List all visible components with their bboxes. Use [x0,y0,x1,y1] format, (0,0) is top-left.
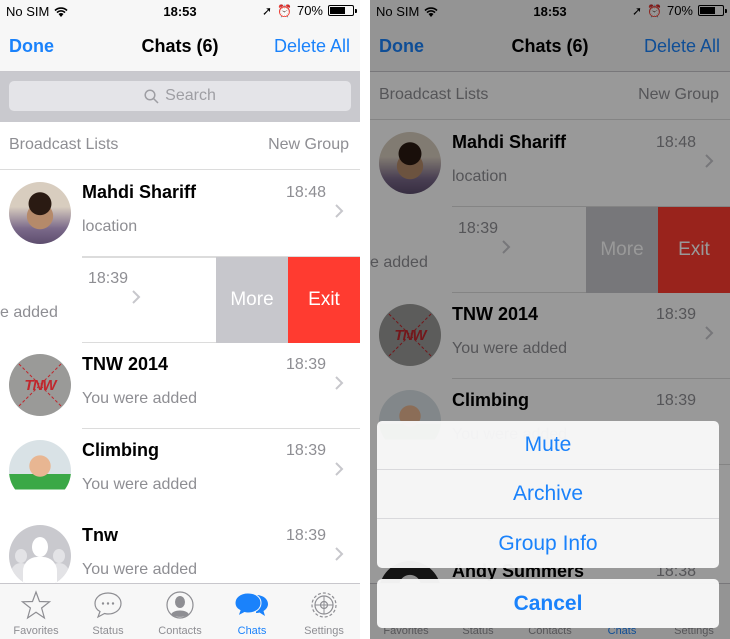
navigation-bar: Done Chats (6) Delete All [0,22,360,72]
screen-action-sheet: No SIM 18:53 ➚ ⏰ 70% Done Chats (6) Dele… [370,0,730,639]
contact-silhouette-icon [166,591,194,619]
group-avatar-placeholder [9,525,71,587]
chevron-right-icon [335,376,344,390]
new-group-link[interactable]: New Group [268,136,349,154]
archive-button[interactable]: Archive [377,470,719,519]
chat-name: Climbing [82,440,159,460]
tab-label: Favorites [13,625,59,637]
chat-message: You were added [82,476,198,493]
action-sheet: Mute Archive Group Info [377,421,719,568]
chat-message: location [82,218,138,235]
chat-name: TNW 2014 [82,354,169,374]
chat-time: 18:39 [285,356,326,373]
chat-time: 18:39 [285,527,326,544]
location-arrow-icon: ➚ [261,3,273,18]
search-area: Search [0,72,360,122]
more-action-button[interactable]: More [216,257,288,343]
chat-message: You were added [82,561,198,578]
tab-contacts[interactable]: Contacts [144,584,216,639]
speech-bubble-icon [94,592,122,619]
chats-bubbles-icon [234,592,268,618]
tab-label: Chats [237,625,267,637]
chevron-right-icon [335,547,344,561]
tab-label: Contacts [158,625,202,637]
tab-bar: Favorites Status Contacts Chats Settings [0,583,360,639]
chat-row[interactable]: Climbing 18:39 You were added [0,429,360,515]
tab-label: Status [92,625,124,637]
chevron-right-icon [132,290,141,304]
cancel-sheet: Cancel [377,579,719,628]
battery-percent: 70% [296,3,323,18]
cancel-button[interactable]: Cancel [377,579,719,628]
avatar: TNW [9,354,71,416]
chat-time: 18:48 [285,184,326,201]
chat-name: Mahdi Shariff [82,182,197,202]
group-info-button[interactable]: Group Info [377,519,719,568]
tab-status[interactable]: Status [72,584,144,639]
list-header: Broadcast Lists New Group [0,122,360,170]
chat-row[interactable]: TNW TNW 2014 18:39 You were added [0,343,360,429]
gear-icon [311,592,337,618]
chat-time: 18:39 [87,270,128,287]
search-placeholder: Search [165,87,216,104]
screen-divider [360,0,370,639]
exit-action-button[interactable]: Exit [288,257,360,343]
chat-message: You were added [82,390,198,407]
tab-chats[interactable]: Chats [216,584,288,639]
broadcast-lists-link[interactable]: Broadcast Lists [9,136,118,154]
battery-icon [328,5,357,16]
chevron-right-icon [335,462,344,476]
avatar [9,440,71,502]
mute-button[interactable]: Mute [377,421,719,470]
status-right-group: ➚ ⏰ 70% [261,3,357,18]
avatar [9,182,71,244]
chat-row[interactable]: Mahdi Shariff 18:48 location [0,171,360,257]
search-input[interactable]: Search [9,81,351,111]
chat-message: e added [0,304,58,321]
chevron-right-icon [335,204,344,218]
screen-swipe-actions: No SIM 18:53 ➚ ⏰ 70% Done Chats (6) Dele… [0,0,360,639]
chat-time: 18:39 [285,442,326,459]
tab-label: Settings [304,625,344,637]
star-icon [20,590,52,620]
tab-settings[interactable]: Settings [288,584,360,639]
chat-row-swiped[interactable]: 18:39 e added More Exit [0,257,360,343]
chat-name: Tnw [82,525,118,545]
status-bar: No SIM 18:53 ➚ ⏰ 70% [0,0,360,22]
delete-all-button[interactable]: Delete All [274,36,350,57]
search-icon [144,88,159,104]
tab-favorites[interactable]: Favorites [0,584,72,639]
row-divider [82,257,216,258]
alarm-icon: ⏰ [277,3,292,18]
